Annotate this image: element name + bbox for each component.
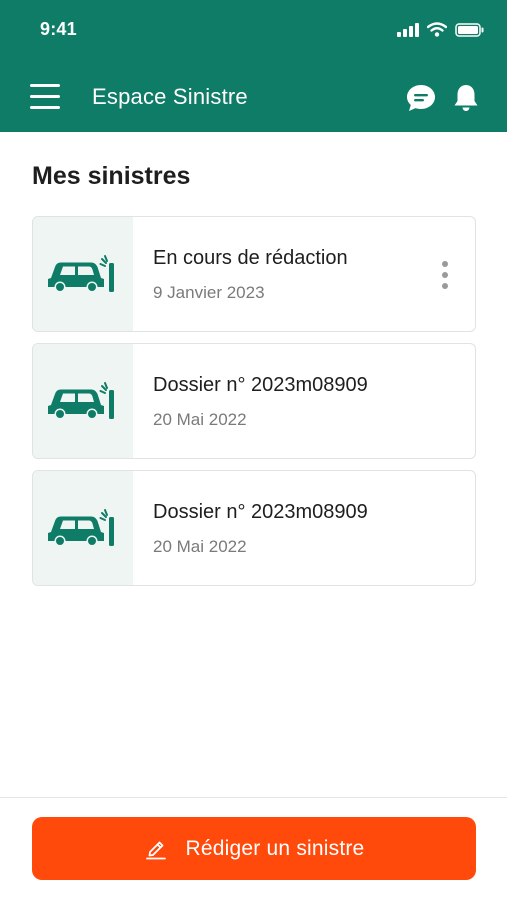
car-crash-icon	[48, 382, 114, 420]
claim-date: 20 Mai 2022	[153, 410, 247, 429]
write-claim-label: Rédiger un sinistre	[185, 836, 365, 860]
wifi-icon	[427, 22, 447, 37]
claim-thumbnail	[33, 344, 133, 458]
claims-list: En cours de rédaction 9 Janvier 2023 Dos…	[32, 216, 476, 597]
app-bar: Espace Sinistre	[0, 62, 507, 132]
chat-button[interactable]	[406, 84, 436, 112]
claim-card[interactable]: En cours de rédaction 9 Janvier 2023	[32, 216, 476, 332]
chat-icon	[407, 85, 435, 111]
claim-title: En cours de rédaction	[153, 247, 348, 269]
battery-icon	[455, 22, 484, 37]
status-icons	[397, 22, 485, 37]
page-title: Espace Sinistre	[92, 84, 248, 109]
claim-date: 9 Janvier 2023	[153, 283, 265, 302]
claim-date: 20 Mai 2022	[153, 537, 247, 556]
cellular-signal-icon	[397, 22, 419, 37]
more-vertical-icon	[442, 261, 448, 267]
edit-pen-icon	[145, 841, 166, 859]
write-claim-button[interactable]: Rédiger un sinistre	[32, 817, 476, 880]
status-time: 9:41	[40, 19, 77, 39]
more-options-button[interactable]	[439, 261, 451, 291]
bell-icon	[454, 85, 478, 111]
claim-title: Dossier n° 2023m08909	[153, 501, 368, 523]
claim-card[interactable]: Dossier n° 2023m08909 20 Mai 2022	[32, 343, 476, 459]
section-title: Mes sinistres	[32, 162, 191, 190]
car-crash-icon	[48, 509, 114, 547]
claim-card[interactable]: Dossier n° 2023m08909 20 Mai 2022	[32, 470, 476, 586]
claim-thumbnail	[33, 471, 133, 585]
notifications-button[interactable]	[452, 83, 480, 113]
claim-thumbnail	[33, 217, 133, 331]
menu-button[interactable]	[30, 84, 62, 110]
car-crash-icon	[48, 255, 114, 293]
footer-divider	[0, 797, 507, 798]
menu-icon	[30, 84, 60, 87]
status-bar: 9:41	[0, 0, 507, 62]
claim-title: Dossier n° 2023m08909	[153, 374, 368, 396]
